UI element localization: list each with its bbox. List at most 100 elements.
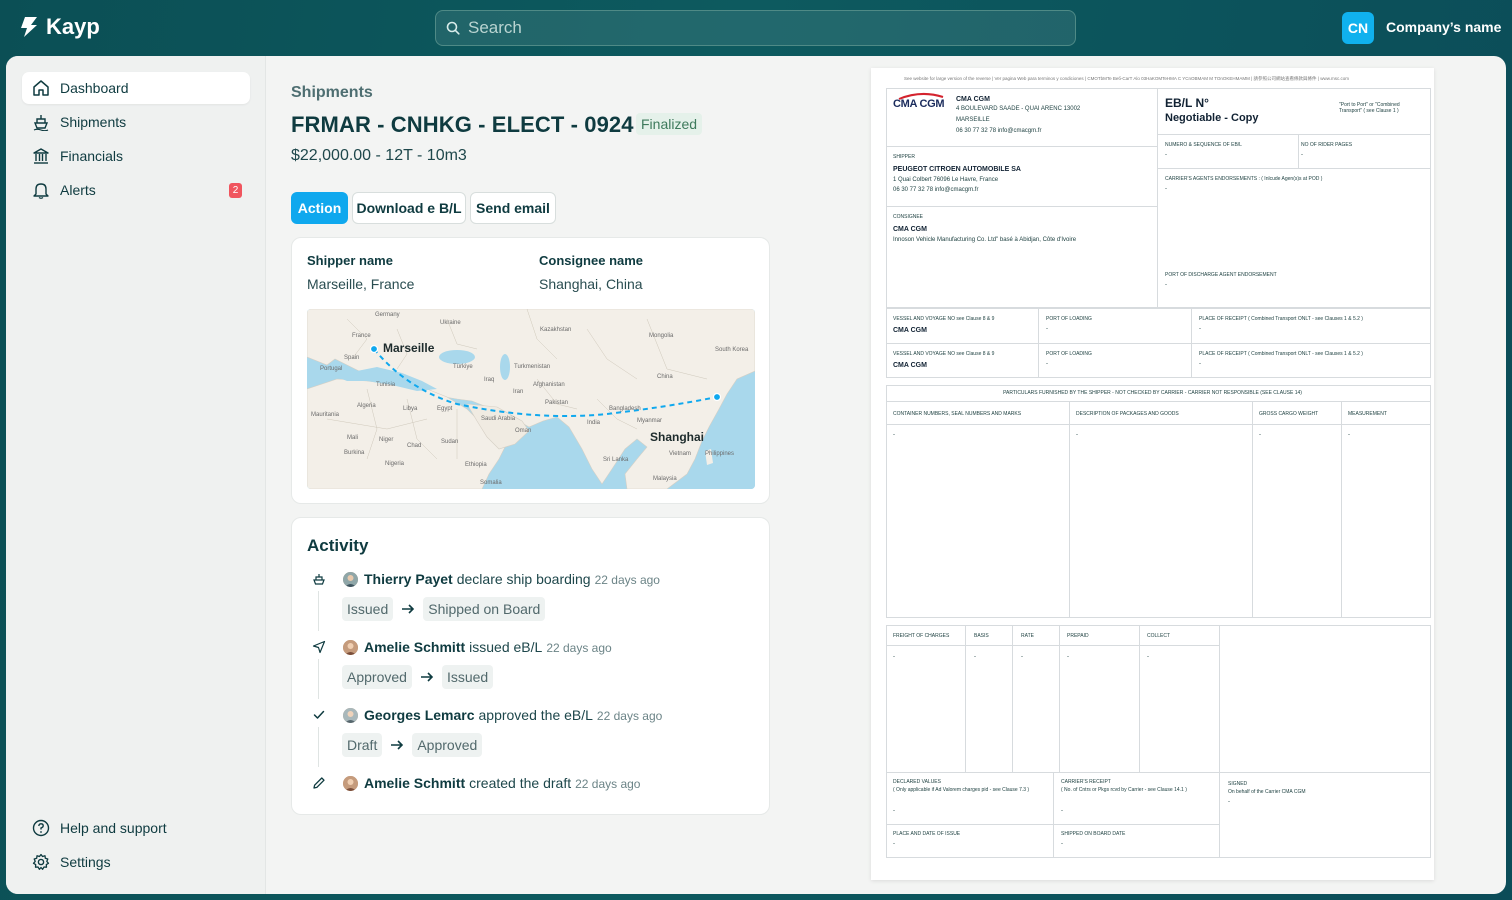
shipment-summary: $22,000.00 - 12T - 10m3 bbox=[291, 147, 467, 164]
map-label: Malaysia bbox=[653, 476, 677, 482]
loading-value: - bbox=[1046, 326, 1048, 332]
consignee-value: Shanghai, China bbox=[539, 276, 643, 292]
charges-col: BASIS bbox=[974, 633, 989, 639]
search-icon bbox=[446, 21, 460, 35]
map-label: China bbox=[657, 374, 673, 380]
map-label: Afghanistan bbox=[533, 382, 565, 388]
map-label: Ukraine bbox=[440, 320, 461, 326]
bell-icon bbox=[33, 183, 49, 199]
sidebar-item-label: Financials bbox=[60, 148, 124, 164]
carrier-contact: 06 30 77 32 78 info@cmacgm.fr bbox=[956, 128, 1042, 134]
particulars-value: - bbox=[893, 432, 895, 438]
map-label: France bbox=[352, 333, 371, 339]
particulars-col: MEASUREMENT bbox=[1348, 411, 1387, 417]
map-label: Vietnam bbox=[669, 451, 691, 457]
map-label: Oman bbox=[515, 428, 531, 434]
arrow-right-icon bbox=[420, 672, 434, 682]
doc-shipper-contact: 06 30 77 32 78 info@cmacgm.fr bbox=[893, 187, 979, 193]
breadcrumb[interactable]: Shipments bbox=[291, 84, 373, 102]
activity-event: Amelie Schmitt created the draft 22 days a… bbox=[307, 771, 747, 795]
carrier-receipt-note: ( No. of Cntrs or Pkgs rcvd by Carrier -… bbox=[1061, 787, 1187, 793]
action-button[interactable]: Action bbox=[291, 192, 348, 224]
search-bar[interactable] bbox=[435, 10, 1076, 46]
particulars-value: - bbox=[1348, 432, 1350, 438]
sidebar-item-alerts[interactable]: Alerts 2 bbox=[22, 174, 250, 206]
status-badge: Finalized bbox=[636, 113, 703, 135]
event-time: 22 days ago bbox=[575, 777, 641, 791]
particulars-col: CONTAINER NUMBERS, SEAL NUMBERS AND MARK… bbox=[893, 411, 1022, 417]
discharge-label: PORT OF DISCHARGE AGENT ENDORSEMENT bbox=[1165, 272, 1277, 278]
map-label: Ethiopia bbox=[465, 462, 487, 468]
sidebar-item-settings[interactable]: Settings bbox=[22, 846, 250, 878]
sidebar-item-help[interactable]: Help and support bbox=[22, 812, 250, 844]
doc-consignee-address: Innoson Vehicle Manufacturing Co. Ltd" b… bbox=[893, 237, 1077, 243]
send-email-button[interactable]: Send email bbox=[470, 192, 556, 224]
origin-label: Marseille bbox=[383, 341, 435, 355]
shipper-label: SHIPPER bbox=[893, 154, 915, 160]
sidebar-item-financials[interactable]: Financials bbox=[22, 140, 250, 172]
search-input[interactable] bbox=[468, 18, 1028, 38]
page-title: FRMAR - CNHKG - ELECT - 0924 bbox=[291, 112, 634, 137]
pencil-icon bbox=[307, 771, 331, 795]
bl-subtitle: Negotiable - Copy bbox=[1165, 112, 1259, 124]
avatar bbox=[343, 572, 358, 587]
loading-label: PORT OF LOADING bbox=[1046, 316, 1092, 322]
event-user[interactable]: Thierry Payet bbox=[364, 571, 453, 587]
shipped-date-value: - bbox=[1061, 841, 1063, 847]
map-label: Nigeria bbox=[385, 461, 405, 467]
account-avatar[interactable]: CN bbox=[1342, 12, 1374, 44]
charges-col: RATE bbox=[1021, 633, 1034, 639]
doc-particulars-section bbox=[886, 385, 1431, 618]
arrow-right-icon bbox=[402, 604, 415, 614]
agents-label: CARRIER'S AGENTS ENDORSEMENTS : ( Inlcud… bbox=[1165, 176, 1323, 182]
status-transition: Draft Approved bbox=[342, 733, 483, 757]
company-name[interactable]: Company’s name bbox=[1386, 19, 1501, 35]
app-logo[interactable]: Kayp bbox=[18, 14, 100, 40]
charges-col: PREPAID bbox=[1067, 633, 1089, 639]
carrier-logo-swoosh bbox=[898, 93, 944, 100]
declared-value: - bbox=[893, 808, 895, 814]
activity-event: Amelie Schmitt issued eB/L 22 days ago bbox=[307, 635, 747, 659]
ebl-document-preview[interactable]: See website for large version of the rev… bbox=[871, 68, 1434, 880]
charges-col: FREIGHT OF CHARGES bbox=[893, 633, 950, 639]
sidebar: Dashboard Shipments Financials Alerts 2 … bbox=[6, 56, 266, 894]
event-action: issued eB/L bbox=[469, 639, 543, 655]
sidebar-item-label: Alerts bbox=[60, 182, 96, 198]
consignee-label: CONSIGNEE bbox=[893, 214, 924, 220]
map-label: India bbox=[587, 420, 601, 426]
sidebar-item-shipments[interactable]: Shipments bbox=[22, 106, 250, 138]
download-ebl-button[interactable]: Download e B/L bbox=[352, 192, 466, 224]
loading-value: - bbox=[1046, 361, 1048, 367]
shipped-date-label: SHIPPED ON BOARD DATE bbox=[1061, 831, 1126, 837]
event-user[interactable]: Amelie Schmitt bbox=[364, 639, 465, 655]
map-label: Mauritania bbox=[311, 412, 340, 418]
receipt-value: - bbox=[1199, 361, 1201, 367]
sidebar-item-dashboard[interactable]: Dashboard bbox=[22, 72, 250, 104]
map-label: Turkmenistan bbox=[514, 364, 550, 370]
bl-note: "Port to Port" or "Combined Transport" (… bbox=[1339, 102, 1400, 115]
charges-value: - bbox=[1021, 654, 1023, 660]
place-issue-value: - bbox=[893, 841, 895, 847]
status-to: Shipped on Board bbox=[423, 597, 546, 621]
route-map[interactable]: France Germany Ukraine Kazakhstan Mongol… bbox=[307, 309, 755, 489]
map-label: Iraq bbox=[484, 377, 494, 383]
ship-icon bbox=[33, 115, 49, 131]
map-label: Philippines bbox=[705, 451, 734, 457]
map-label: South Korea bbox=[715, 347, 749, 353]
activity-card: Activity Thierry Payet declare ship board… bbox=[291, 517, 770, 815]
status-from: Issued bbox=[342, 597, 394, 621]
event-time: 22 days ago bbox=[546, 641, 612, 655]
status-to: Issued bbox=[441, 665, 494, 689]
timeline-line bbox=[318, 659, 319, 699]
map-label: Burkina bbox=[344, 450, 365, 456]
ship-icon bbox=[307, 567, 331, 591]
destination-label: Shanghai bbox=[650, 430, 704, 444]
doc-shipper-name: PEUGEOT CITROEN AUTOMOBILE SA bbox=[893, 166, 1021, 173]
signed-value: - bbox=[1228, 799, 1230, 805]
vessel-label: VESSEL AND VOYAGE NO see Clause 8 & 9 bbox=[893, 351, 995, 357]
event-user[interactable]: Georges Lemarc bbox=[364, 707, 475, 723]
charges-value: - bbox=[893, 654, 895, 660]
event-user[interactable]: Amelie Schmitt bbox=[364, 775, 465, 791]
bl-title: EB/L N° bbox=[1165, 96, 1209, 110]
map-label: Kazakhstan bbox=[540, 327, 571, 333]
